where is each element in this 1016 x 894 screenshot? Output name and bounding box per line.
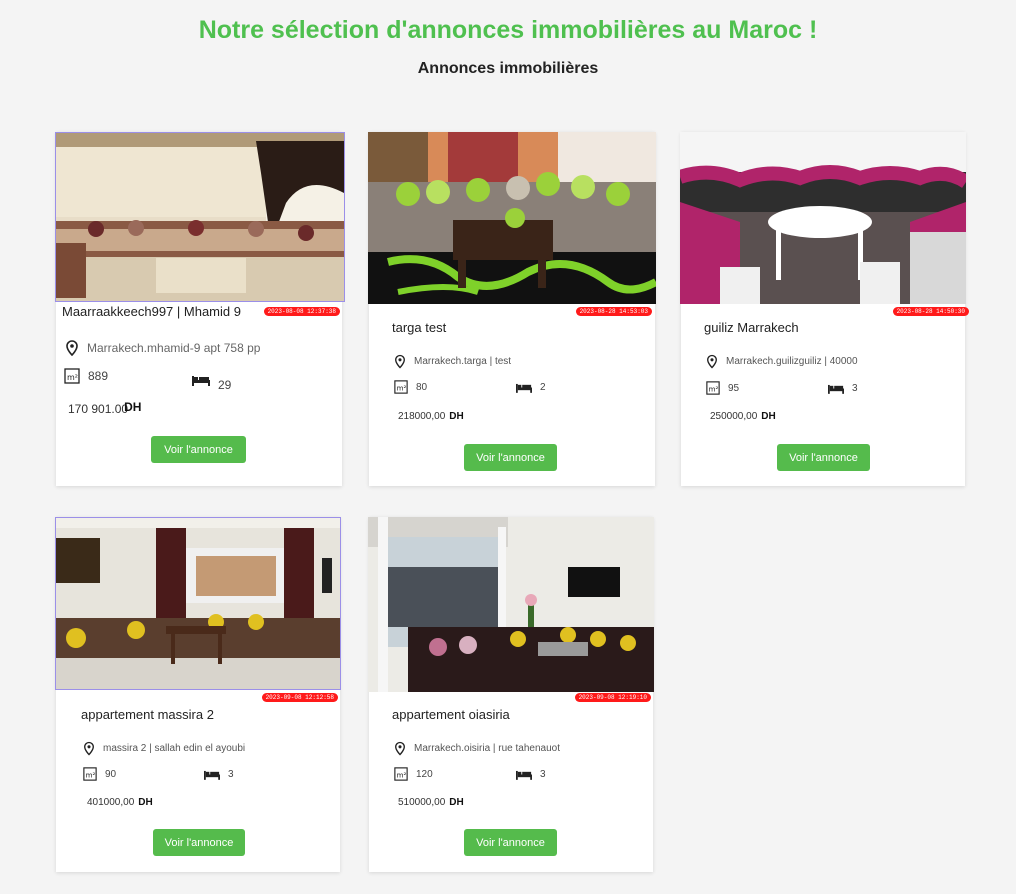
area-value: 90 bbox=[105, 768, 117, 780]
view-listing-button[interactable]: Voir l'annonce bbox=[153, 829, 245, 856]
listing-address: massira 2 | sallah edin el ayoubi bbox=[83, 741, 245, 756]
location-pin-icon bbox=[394, 741, 406, 756]
price-value: 250000,00 bbox=[710, 411, 758, 422]
timestamp-badge: 2023-09-08 12:19:10 bbox=[574, 693, 651, 702]
listing-photo[interactable] bbox=[55, 132, 345, 302]
view-listing-button[interactable]: Voir l'annonce bbox=[464, 444, 557, 471]
price-currency: DH bbox=[138, 797, 153, 808]
listing-title[interactable]: appartement massira 2 bbox=[81, 707, 214, 722]
listing-photo[interactable] bbox=[55, 517, 341, 690]
beds-value: 3 bbox=[228, 769, 234, 780]
area-value: 95 bbox=[728, 382, 740, 394]
listing-price: 510000,00 DH bbox=[398, 797, 464, 808]
area-m2-icon: m² bbox=[83, 767, 97, 781]
svg-text:m²: m² bbox=[397, 385, 407, 393]
listing-price: 401000,00 DH bbox=[87, 797, 153, 808]
timestamp-badge: 2023-08-08 12:37:38 bbox=[263, 307, 340, 316]
listing-beds: 2 bbox=[516, 382, 546, 393]
svg-text:m²: m² bbox=[397, 772, 407, 780]
listing-area: m² 95 bbox=[706, 381, 739, 395]
location-pin-icon bbox=[394, 354, 406, 369]
area-value: 80 bbox=[416, 381, 428, 393]
listing-card: 2023-08-08 12:37:38 Maarraakkeech997 | M… bbox=[55, 132, 345, 486]
bed-icon bbox=[204, 769, 220, 780]
svg-text:m²: m² bbox=[67, 373, 78, 382]
price-value: 401000,00 bbox=[87, 797, 135, 808]
price-currency: DH bbox=[449, 411, 464, 422]
listing-title[interactable]: Maarraakkeech997 | Mhamid 9 bbox=[62, 304, 241, 319]
area-value: 889 bbox=[88, 369, 109, 383]
address-text: Marrakech.mhamid-9 apt 758 pp bbox=[87, 341, 261, 355]
beds-value: 3 bbox=[540, 769, 546, 780]
bed-icon bbox=[516, 769, 532, 780]
price-value: 218000,00 bbox=[398, 411, 446, 422]
listing-area: m² 120 bbox=[394, 767, 433, 781]
listing-title[interactable]: targa test bbox=[392, 320, 446, 335]
listing-photo[interactable] bbox=[368, 517, 654, 692]
page-title: Notre sélection d'annonces immobilières … bbox=[198, 16, 818, 44]
svg-text:m²: m² bbox=[86, 772, 96, 780]
page-subtitle: Annonces immobilières bbox=[417, 60, 599, 77]
location-pin-icon bbox=[706, 354, 718, 369]
view-listing-button[interactable]: Voir l'annonce bbox=[151, 436, 246, 463]
bed-icon bbox=[828, 383, 844, 394]
listing-card: 2023-08-28 14:50:30 guiliz Marrakech Mar… bbox=[680, 132, 969, 486]
listing-price: 218000,00 DH bbox=[398, 411, 464, 422]
bed-icon bbox=[192, 374, 210, 386]
timestamp-badge: 2023-08-28 14:53:03 bbox=[575, 307, 652, 316]
beds-value: 29 bbox=[218, 378, 232, 392]
listing-area: m² 889 bbox=[64, 368, 108, 384]
listing-beds: 3 bbox=[204, 769, 234, 780]
location-pin-icon bbox=[65, 340, 79, 356]
address-text: Marrakech.oisiria | rue tahenauot bbox=[414, 743, 561, 754]
beds-value: 2 bbox=[540, 382, 546, 393]
area-value: 120 bbox=[416, 768, 433, 780]
area-m2-icon: m² bbox=[64, 368, 80, 384]
listing-card: 2023-09-08 12:12:58 appartement massira … bbox=[55, 517, 341, 872]
timestamp-badge: 2023-08-28 14:50:30 bbox=[892, 307, 969, 316]
listing-beds: 29 bbox=[192, 368, 231, 392]
listing-address: Marrakech.oisiria | rue tahenauot bbox=[394, 741, 560, 756]
listing-area: m² 80 bbox=[394, 380, 427, 394]
listing-title[interactable]: guiliz Marrakech bbox=[704, 320, 799, 335]
area-m2-icon: m² bbox=[706, 381, 720, 395]
view-listing-button[interactable]: Voir l'annonce bbox=[777, 444, 870, 471]
listing-area: m² 90 bbox=[83, 767, 116, 781]
listing-address: Marrakech.targa | test bbox=[394, 354, 511, 369]
location-pin-icon bbox=[83, 741, 95, 756]
listing-address: Marrakech.mhamid-9 apt 758 pp bbox=[65, 340, 260, 356]
listing-price: 170 901.00DH bbox=[68, 400, 142, 416]
listing-card: 2023-09-08 12:19:10 appartement oiasiria… bbox=[368, 517, 654, 872]
price-currency: DH bbox=[449, 797, 464, 808]
address-text: Marrakech.guilizguiliz | 40000 bbox=[726, 356, 858, 367]
listing-title[interactable]: appartement oiasiria bbox=[392, 707, 510, 722]
address-text: Marrakech.targa | test bbox=[414, 356, 512, 367]
listing-photo[interactable] bbox=[368, 132, 656, 304]
area-m2-icon: m² bbox=[394, 380, 408, 394]
listing-card: 2023-08-28 14:53:03 targa test Marrakech… bbox=[368, 132, 656, 486]
beds-value: 3 bbox=[852, 383, 858, 394]
price-value: 170 901.00 bbox=[68, 402, 129, 416]
listing-photo[interactable] bbox=[680, 132, 966, 304]
price-currency: DH bbox=[124, 400, 142, 414]
price-value: 510000,00 bbox=[398, 797, 446, 808]
listing-beds: 3 bbox=[516, 769, 546, 780]
bed-icon bbox=[516, 382, 532, 393]
address-text: massira 2 | sallah edin el ayoubi bbox=[103, 743, 246, 754]
listing-beds: 3 bbox=[828, 383, 858, 394]
view-listing-button[interactable]: Voir l'annonce bbox=[464, 829, 557, 856]
area-m2-icon: m² bbox=[394, 767, 408, 781]
price-currency: DH bbox=[761, 411, 776, 422]
listing-price: 250000,00 DH bbox=[710, 411, 776, 422]
listing-address: Marrakech.guilizguiliz | 40000 bbox=[706, 354, 858, 369]
timestamp-badge: 2023-09-08 12:12:58 bbox=[261, 693, 338, 702]
svg-text:m²: m² bbox=[709, 386, 719, 394]
